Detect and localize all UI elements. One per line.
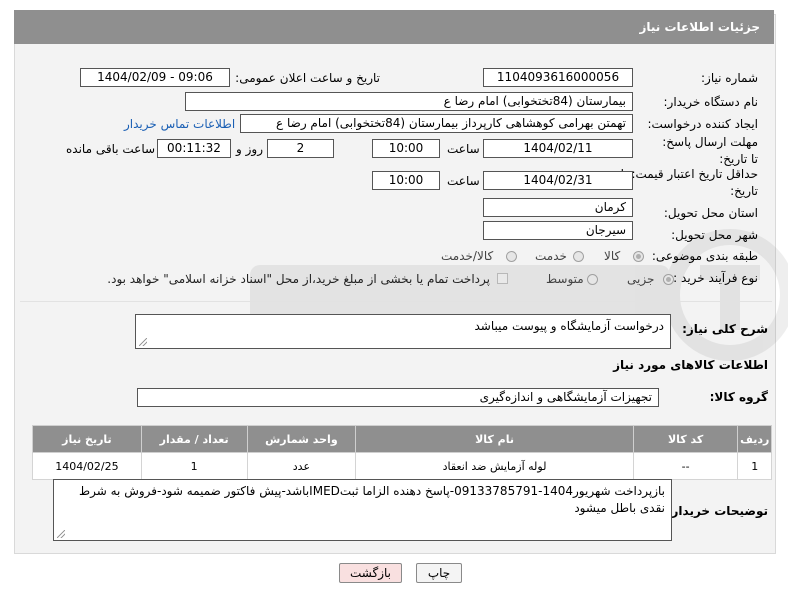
price-validity-date-field: 1404/02/31 xyxy=(483,171,633,190)
category-radio-goods[interactable] xyxy=(633,251,644,262)
category-option-goods-service: کالا/خدمت xyxy=(441,249,494,263)
cell-need-date: 1404/02/25 xyxy=(32,452,142,480)
goods-table: ردیف کد کالا نام کالا واحد شمارش تعداد /… xyxy=(32,425,772,480)
buyer-org-label: نام دستگاه خریدار: xyxy=(663,95,759,109)
buyer-notes-field: بازپرداخت شهریور1404-09133785791-پاسخ ده… xyxy=(53,479,672,541)
col-header-need-date: تاریخ نیاز xyxy=(32,425,142,453)
col-header-row-number: ردیف xyxy=(737,425,772,453)
purchase-radio-medium[interactable] xyxy=(587,274,598,285)
buyer-notes-label: توضیحات خریدار: xyxy=(666,504,768,518)
cell-goods-name: لوله آزمایش ضد انعقاد xyxy=(355,452,634,480)
reply-time-label: ساعت xyxy=(447,142,480,156)
requester-label: ایجاد کننده درخواست: xyxy=(647,117,758,131)
requester-field: تهمتن بهرامی کوهشاهی کارپرداز بیمارستان … xyxy=(240,114,633,133)
remaining-time-label: ساعت باقی مانده xyxy=(66,142,156,156)
purchase-type-label: نوع فرآیند خرید : xyxy=(673,271,758,285)
reply-date-field: 1404/02/11 xyxy=(483,139,633,158)
goods-group-label: گروه کالا: xyxy=(709,390,768,404)
category-option-service: خدمت xyxy=(535,249,567,263)
divider xyxy=(20,301,772,302)
treasury-payment-note: پرداخت تمام یا بخشی از مبلغ خرید،از محل … xyxy=(107,272,490,286)
buyer-contact-link[interactable]: اطلاعات تماس خریدار xyxy=(124,117,235,131)
table-row: 1 -- لوله آزمایش ضد انعقاد عدد 1 1404/02… xyxy=(32,452,772,480)
category-option-goods: کالا xyxy=(604,249,621,263)
buyer-org-field: بیمارستان (84تختخوابی) امام رضا ع xyxy=(185,92,633,111)
cell-quantity: 1 xyxy=(140,452,248,480)
col-header-quantity: تعداد / مقدار xyxy=(140,425,248,453)
resize-grip-icon[interactable] xyxy=(57,530,65,538)
reply-time-field: 10:00 xyxy=(372,139,440,158)
treasury-payment-checkbox[interactable] xyxy=(497,273,508,284)
reply-deadline-label: مهلت ارسال پاسخ: تا تاریخ: xyxy=(662,135,758,166)
back-button[interactable]: بازگشت xyxy=(339,563,402,583)
col-header-unit: واحد شمارش xyxy=(246,425,357,453)
need-number-label: شماره نیاز: xyxy=(701,71,758,85)
category-radio-service[interactable] xyxy=(573,251,584,262)
days-label: روز و xyxy=(236,142,263,156)
table-header-row: ردیف کد کالا نام کالا واحد شمارش تعداد /… xyxy=(32,425,772,453)
remaining-time-field: 00:11:32 xyxy=(157,139,231,158)
announce-datetime-label: تاریخ و ساعت اعلان عمومی: xyxy=(235,71,380,85)
purchase-option-partial: جزیی xyxy=(627,272,655,286)
print-button[interactable]: چاپ xyxy=(416,563,462,583)
announce-datetime-field: 1404/02/09 - 09:06 xyxy=(80,68,230,87)
col-header-goods-code: کد کالا xyxy=(632,425,739,453)
cell-row-number: 1 xyxy=(737,452,772,480)
category-label: طبقه بندی موضوعی: xyxy=(651,249,758,263)
delivery-province-field: کرمان xyxy=(483,198,633,217)
reply-days-field: 2 xyxy=(267,139,334,158)
buyer-notes-text: بازپرداخت شهریور1404-09133785791-پاسخ ده… xyxy=(79,484,665,515)
delivery-province-label: استان محل تحویل: xyxy=(663,206,758,220)
price-validity-time-field: 10:00 xyxy=(372,171,440,190)
goods-group-field: تجهیزات آزمایشگاهی و اندازه‌گیری xyxy=(137,388,659,407)
page-title: جزئیات اطلاعات نیاز xyxy=(14,10,774,44)
category-radio-goods-service[interactable] xyxy=(506,251,517,262)
description-text: درخواست آزمایشگاه و پیوست میباشد xyxy=(474,319,665,333)
delivery-city-label: شهر محل تحویل: xyxy=(671,228,758,242)
description-field: درخواست آزمایشگاه و پیوست میباشد xyxy=(135,314,671,349)
purchase-option-medium: متوسط xyxy=(546,272,584,286)
col-header-goods-name: نام کالا xyxy=(355,425,634,453)
purchase-radio-partial[interactable] xyxy=(663,274,674,285)
delivery-city-field: سیرجان xyxy=(483,221,633,240)
cell-goods-code: -- xyxy=(632,452,739,480)
price-validity-time-label: ساعت xyxy=(447,174,480,188)
cell-unit: عدد xyxy=(246,452,357,480)
goods-section-title: اطلاعات کالاهای مورد نیاز xyxy=(613,358,768,372)
resize-grip-icon[interactable] xyxy=(139,338,147,346)
description-label: شرح کلی نیاز: xyxy=(682,322,768,336)
need-number-field: 1104093616000056 xyxy=(483,68,633,87)
